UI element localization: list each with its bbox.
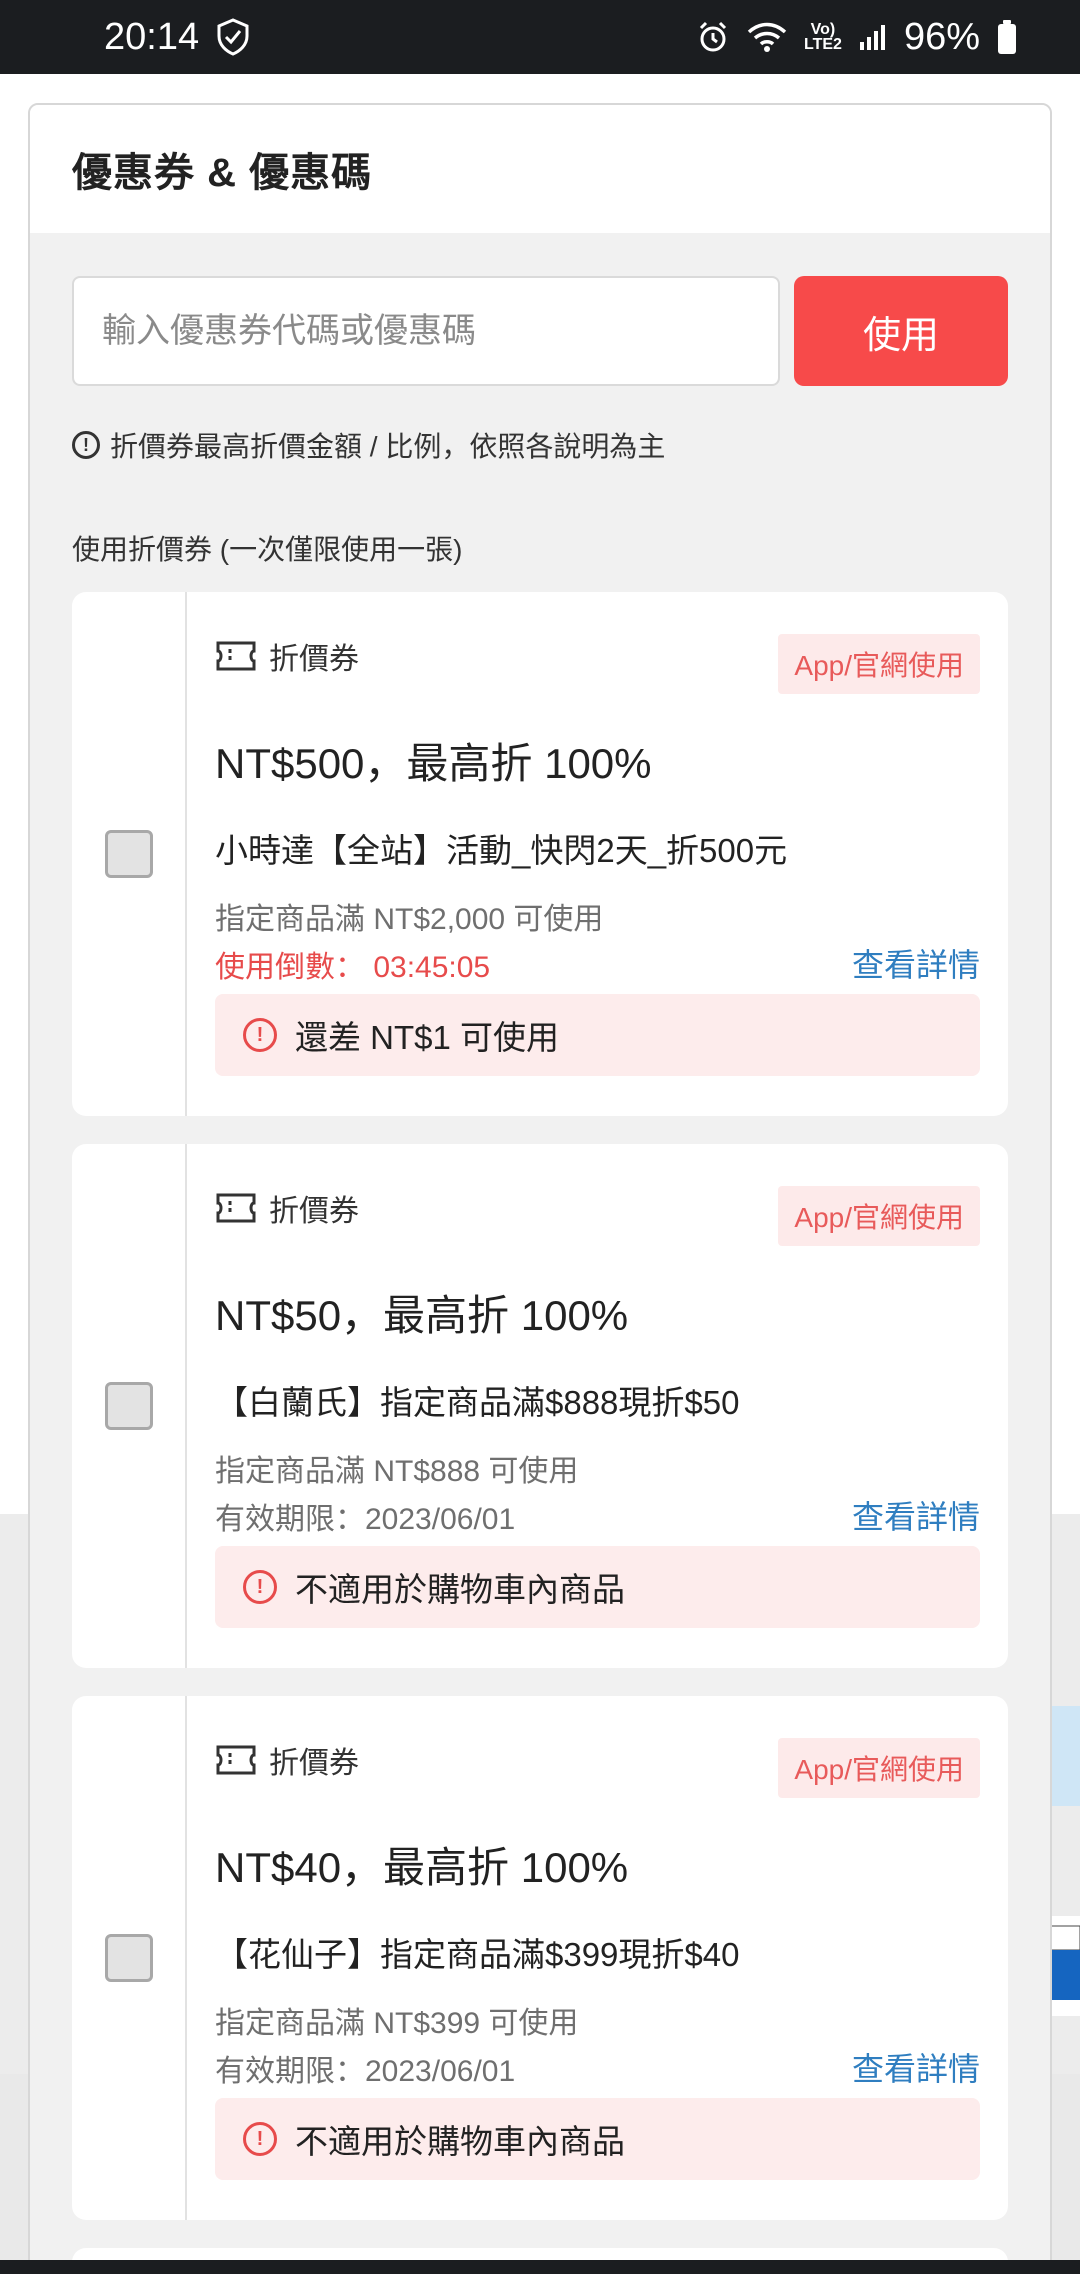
status-bar: 20:14 Vo) LTE2 96% (0, 0, 1080, 74)
battery-percent: 96% (903, 15, 980, 58)
volte-label: Vo) (810, 21, 836, 38)
coupon-select-area[interactable] (72, 592, 187, 1116)
ticket-icon (216, 1745, 256, 1775)
coupon-expiry: 有效期限：2023/06/01 (215, 2055, 516, 2088)
coupon-type-row: 折價券 (215, 1738, 359, 1782)
coupon-card[interactable]: 折價券 App/官網使用 NT$500，最高折 100% 小時達【全站】活動_快… (72, 592, 1008, 1116)
alarm-icon (696, 20, 730, 54)
coupon-body: 折價券 App/官網使用 NT$50，最高折 100% 【白蘭氏】指定商品滿$8… (187, 1144, 1008, 1668)
coupon-select-area[interactable] (72, 1696, 187, 2220)
system-nav-bar (0, 2260, 1080, 2274)
coupon-type-row: 折價券 (215, 1186, 359, 1230)
coupon-body: 折價券 App/官網使用 NT$500，最高折 100% 小時達【全站】活動_快… (187, 592, 1008, 1116)
coupon-code-input[interactable] (72, 276, 780, 386)
coupon-select-area[interactable] (72, 1144, 187, 1668)
dialog-header: 優惠券 & 優惠碼 (30, 105, 1050, 233)
coupon-condition: 指定商品滿 NT$399 可使用 (215, 2007, 579, 2040)
coupon-checkbox[interactable] (104, 1382, 153, 1430)
coupon-expiry: 有效期限：2023/06/01 (215, 1503, 516, 1536)
ticket-icon (216, 641, 256, 671)
coupon-countdown: 使用倒數： 03:45:05 (215, 951, 491, 984)
coupon-amount: NT$500，最高折 100% (215, 740, 652, 787)
coupon-warning-text: 還差 NT$1 可使用 (295, 1019, 560, 1056)
coupon-name: 【白蘭氏】指定商品滿$888現折$50 (215, 1384, 740, 1421)
coupon-name: 小時達【全站】活動_快閃2天_折500元 (215, 832, 788, 869)
coupon-card[interactable]: 折價券 App/官網使用 NT$40，最高折 100% 【花仙子】指定商品滿$3… (72, 1696, 1008, 2220)
alert-icon: ! (243, 1018, 277, 1052)
channel-badge: App/官網使用 (778, 634, 980, 694)
battery-icon (996, 19, 1018, 55)
coupon-warning: ! 不適用於購物車內商品 (215, 1546, 980, 1628)
info-icon: ! (72, 431, 100, 459)
coupon-condition: 指定商品滿 NT$888 可使用 (215, 1455, 579, 1488)
shield-check-icon (213, 17, 253, 57)
clock: 20:14 (104, 15, 200, 58)
wifi-icon (746, 20, 788, 54)
coupon-body: 折價券 App/官網使用 NT$40，最高折 100% 【花仙子】指定商品滿$3… (187, 1696, 1008, 2220)
coupon-warning: ! 還差 NT$1 可使用 (215, 994, 980, 1076)
coupon-type: 折價券 (269, 1747, 359, 1780)
discount-note-text: 折價券最高折價金額 / 比例，依照各說明為主 (110, 431, 666, 462)
coupon-code-row: 使用 (72, 276, 1008, 386)
lte-label: LTE2 (804, 36, 842, 53)
view-details-link[interactable]: 查看詳情 (852, 940, 980, 986)
coupon-amount: NT$40，最高折 100% (215, 1844, 629, 1891)
coupon-checkbox[interactable] (104, 830, 153, 878)
view-details-link[interactable]: 查看詳情 (852, 1492, 980, 1538)
coupon-warning: ! 不適用於購物車內商品 (215, 2098, 980, 2180)
apply-code-button[interactable]: 使用 (794, 276, 1008, 386)
coupon-condition: 指定商品滿 NT$2,000 可使用 (215, 903, 604, 936)
coupon-checkbox[interactable] (104, 1934, 153, 1982)
discount-note: ! 折價券最高折價金額 / 比例，依照各說明為主 (72, 425, 665, 465)
section-label: 使用折價券 (一次僅限使用一張) (72, 534, 463, 565)
alert-icon: ! (243, 1570, 277, 1604)
dialog-title: 優惠券 & 優惠碼 (72, 151, 373, 195)
alert-icon: ! (243, 2122, 277, 2156)
coupon-warning-text: 不適用於購物車內商品 (295, 1571, 625, 1608)
coupon-type: 折價券 (269, 643, 359, 676)
channel-badge: App/官網使用 (778, 1186, 980, 1246)
coupon-warning-text: 不適用於購物車內商品 (295, 2123, 625, 2160)
ticket-icon (216, 1193, 256, 1223)
channel-badge: App/官網使用 (778, 1738, 980, 1798)
coupon-type: 折價券 (269, 1195, 359, 1228)
volte-indicator: Vo) LTE2 (804, 21, 842, 53)
coupon-name: 【花仙子】指定商品滿$399現折$40 (215, 1936, 740, 1973)
coupon-type-row: 折價券 (215, 634, 359, 678)
signal-icon (858, 22, 888, 52)
coupon-card[interactable]: 折價券 App/官網使用 NT$50，最高折 100% 【白蘭氏】指定商品滿$8… (72, 1144, 1008, 1668)
view-details-link[interactable]: 查看詳情 (852, 2044, 980, 2090)
coupon-dialog: 優惠券 & 優惠碼 使用 ! 折價券最高折價金額 / 比例，依照各說明為主 使用… (28, 103, 1052, 2274)
background-banner-peek (1049, 1706, 1080, 2226)
coupon-amount: NT$50，最高折 100% (215, 1292, 629, 1339)
